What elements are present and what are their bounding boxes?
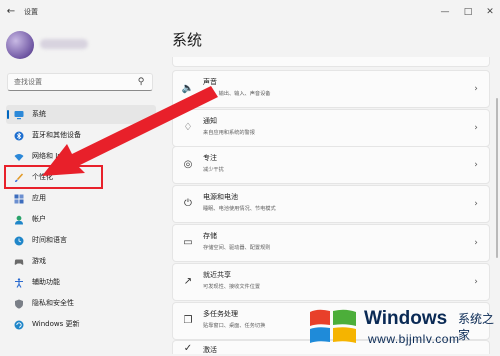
windows-logo xyxy=(310,309,356,343)
red-arrow xyxy=(42,86,218,176)
watermark-brand: Windows xyxy=(364,308,448,329)
watermark-url: www.bjjmlv.com xyxy=(368,332,460,346)
watermark-subtitle: 系统之家 xyxy=(458,312,495,342)
watermark: Windows 系统之家 www.bjjmlv.com xyxy=(300,298,498,354)
